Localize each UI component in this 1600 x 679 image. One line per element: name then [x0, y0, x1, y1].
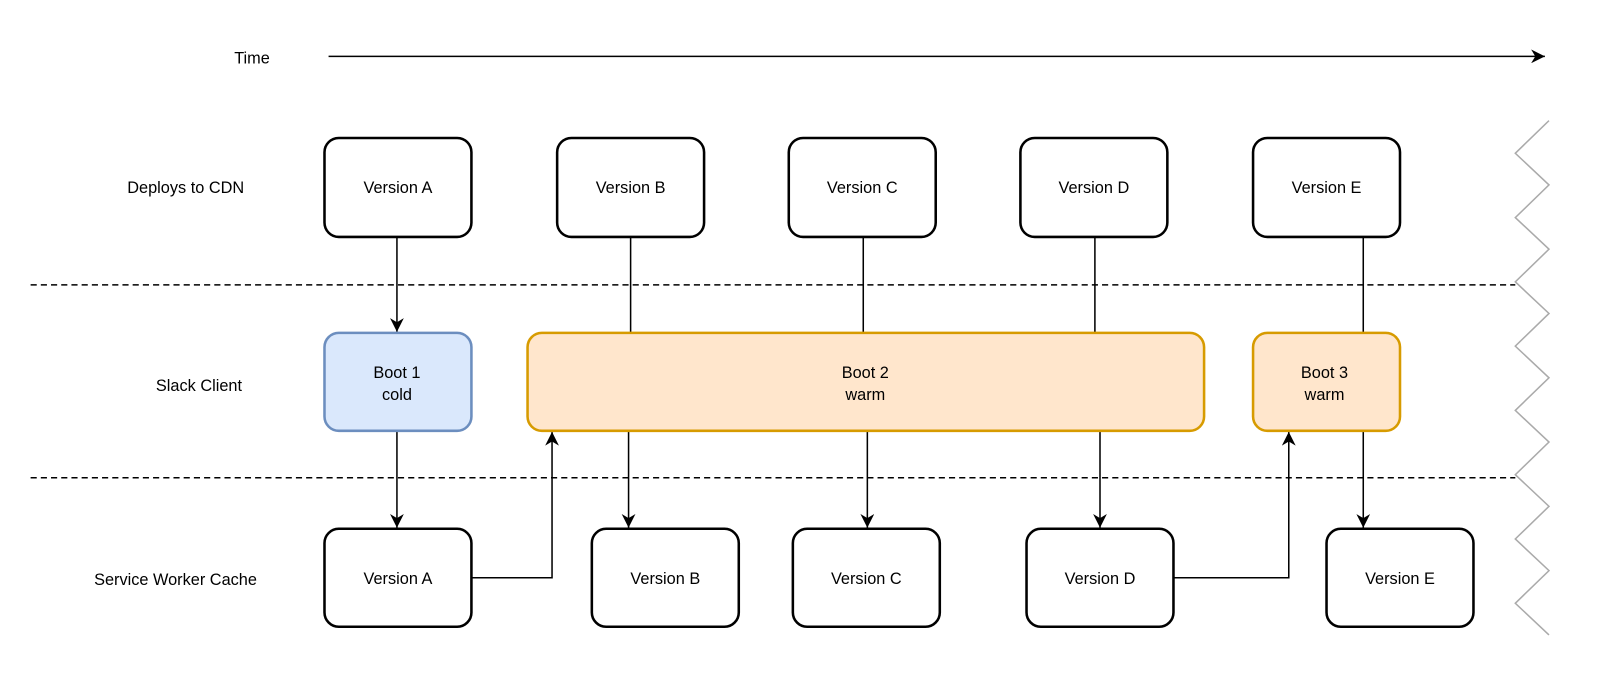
svg-text:warm: warm — [1304, 386, 1345, 404]
cdn-version-d: Version D — [1019, 136, 1169, 239]
svg-text:cold: cold — [382, 386, 412, 404]
svg-text:Version E: Version E — [1365, 570, 1435, 588]
svg-text:Boot 2: Boot 2 — [842, 364, 889, 382]
cdn-version-e: Version E — [1251, 136, 1402, 239]
svg-text:Version A: Version A — [363, 179, 432, 197]
svg-text:Version D: Version D — [1065, 570, 1136, 588]
cdn-version-b: Version B — [555, 136, 706, 239]
svg-text:Boot 1: Boot 1 — [373, 364, 420, 382]
svg-text:Version C: Version C — [831, 570, 902, 588]
boot-1-cold: Boot 1 cold — [323, 331, 473, 433]
lane-label-cdn: Deploys to CDN — [127, 179, 244, 197]
arrow-cache-d-to-boot3 — [1173, 431, 1296, 579]
svg-text:Version C: Version C — [827, 179, 898, 197]
svg-text:Version D: Version D — [1059, 179, 1130, 197]
time-label: Time — [234, 49, 270, 67]
lane-label-client: Slack Client — [156, 377, 243, 395]
timeline-diagram: Time Deploys to CDN Slack Client Service… — [30, 49, 1551, 636]
svg-text:Version E: Version E — [1292, 179, 1362, 197]
svg-text:warm: warm — [844, 386, 885, 404]
cache-version-e: Version E — [1325, 527, 1475, 629]
lane-label-cache: Service Worker Cache — [94, 571, 257, 589]
svg-text:Boot 3: Boot 3 — [1301, 364, 1348, 382]
arrow-cache-a-to-boot2 — [471, 431, 559, 579]
svg-text:Version A: Version A — [363, 570, 432, 588]
svg-text:Version B: Version B — [630, 570, 700, 588]
continuation-zigzag — [1514, 120, 1551, 636]
cdn-version-a: Version A — [323, 136, 473, 239]
cache-version-a: Version A — [323, 527, 473, 629]
cache-version-b: Version B — [590, 527, 741, 629]
boot-3-warm: Boot 3 warm — [1251, 331, 1402, 433]
boot-2-warm: Boot 2 warm — [526, 331, 1206, 433]
cdn-version-c: Version C — [787, 136, 937, 239]
svg-text:Version B: Version B — [596, 179, 666, 197]
cache-version-c: Version C — [791, 527, 942, 629]
cache-version-d: Version D — [1025, 527, 1175, 629]
